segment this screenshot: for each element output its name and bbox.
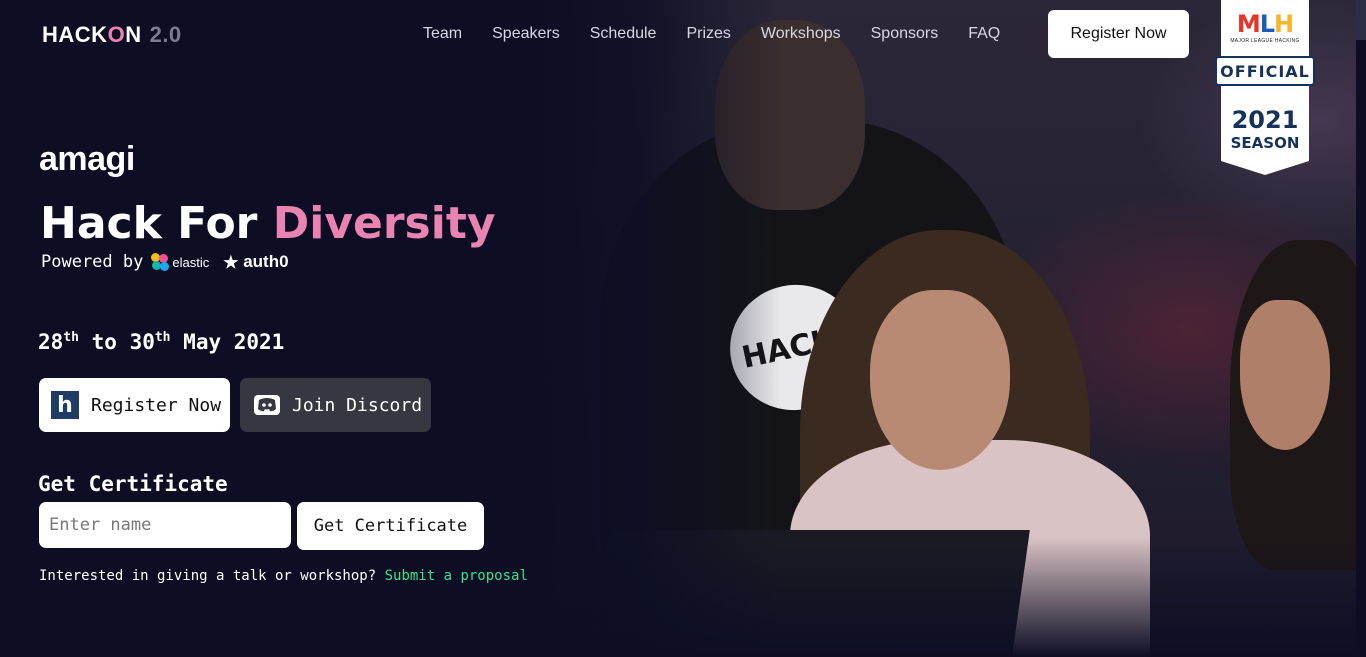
powered-by-label: Powered by <box>41 252 144 272</box>
sponsor-auth0[interactable]: ★ auth0 <box>223 252 288 272</box>
mlh-official-label: OFFICIAL <box>1215 56 1315 86</box>
certificate-name-input[interactable] <box>39 502 291 548</box>
nav-link-prizes[interactable]: Prizes <box>686 25 730 43</box>
page-scrollbar[interactable] <box>1356 0 1366 657</box>
photo-person-right-face <box>1240 300 1330 450</box>
nav-link-workshops[interactable]: Workshops <box>761 25 841 43</box>
nav-link-schedule[interactable]: Schedule <box>590 25 657 43</box>
hero-title-prefix: Hack For <box>40 198 258 249</box>
register-devfolio-label: Register Now <box>91 394 222 416</box>
mlh-logo: MLH <box>1236 10 1294 38</box>
hero-title: Hack For Diversity <box>40 198 496 249</box>
event-dates: 28th to 30th May 2021 <box>38 330 285 354</box>
nav-link-sponsors[interactable]: Sponsors <box>871 25 939 43</box>
join-discord-label: Join Discord <box>292 394 423 416</box>
logo-version: 2.0 <box>149 22 182 47</box>
nav-link-team[interactable]: Team <box>423 25 462 43</box>
elastic-icon <box>151 253 170 271</box>
mlh-year: 2021 <box>1231 106 1299 134</box>
hero-title-accent: Diversity <box>272 198 496 249</box>
photo-person-center-face <box>870 290 1010 470</box>
nav-link-faq[interactable]: FAQ <box>968 25 1000 43</box>
sponsor-elastic[interactable]: elastic <box>151 253 209 271</box>
join-discord-button[interactable]: Join Discord <box>240 378 431 432</box>
auth0-shield-icon: ★ <box>223 252 239 272</box>
mlh-season: SEASON <box>1230 134 1300 152</box>
submit-proposal-link[interactable]: Submit a proposal <box>385 568 528 584</box>
mlh-subtitle: MAJOR LEAGUE HACKING <box>1230 38 1300 44</box>
powered-by: Powered by elastic ★ auth0 <box>41 252 289 272</box>
sponsor-auth0-label: auth0 <box>243 252 289 271</box>
nav-register-button[interactable]: Register Now <box>1048 10 1189 58</box>
main-nav: Team Speakers Schedule Prizes Workshops … <box>423 25 1030 43</box>
devfolio-h-icon: h <box>51 391 79 419</box>
certificate-heading: Get Certificate <box>38 472 228 496</box>
mlh-official-badge[interactable]: MLH MAJOR LEAGUE HACKING OFFICIAL 2021 S… <box>1215 0 1315 178</box>
register-devfolio-button[interactable]: h Register Now <box>39 378 230 432</box>
discord-icon <box>254 395 280 415</box>
proposal-line: Interested in giving a talk or workshop?… <box>39 568 528 584</box>
sponsor-elastic-label: elastic <box>172 254 210 270</box>
proposal-text: Interested in giving a talk or workshop? <box>39 568 377 584</box>
site-logo[interactable]: HACKON 2.0 <box>42 22 182 48</box>
scrollbar-thumb[interactable] <box>1356 0 1366 40</box>
logo-wordmark: HACKON <box>42 22 142 47</box>
photo-bottom-fade <box>540 537 1366 657</box>
amagi-logo: amagi <box>39 140 135 178</box>
get-certificate-button[interactable]: Get Certificate <box>297 502 484 550</box>
nav-link-speakers[interactable]: Speakers <box>492 25 560 43</box>
